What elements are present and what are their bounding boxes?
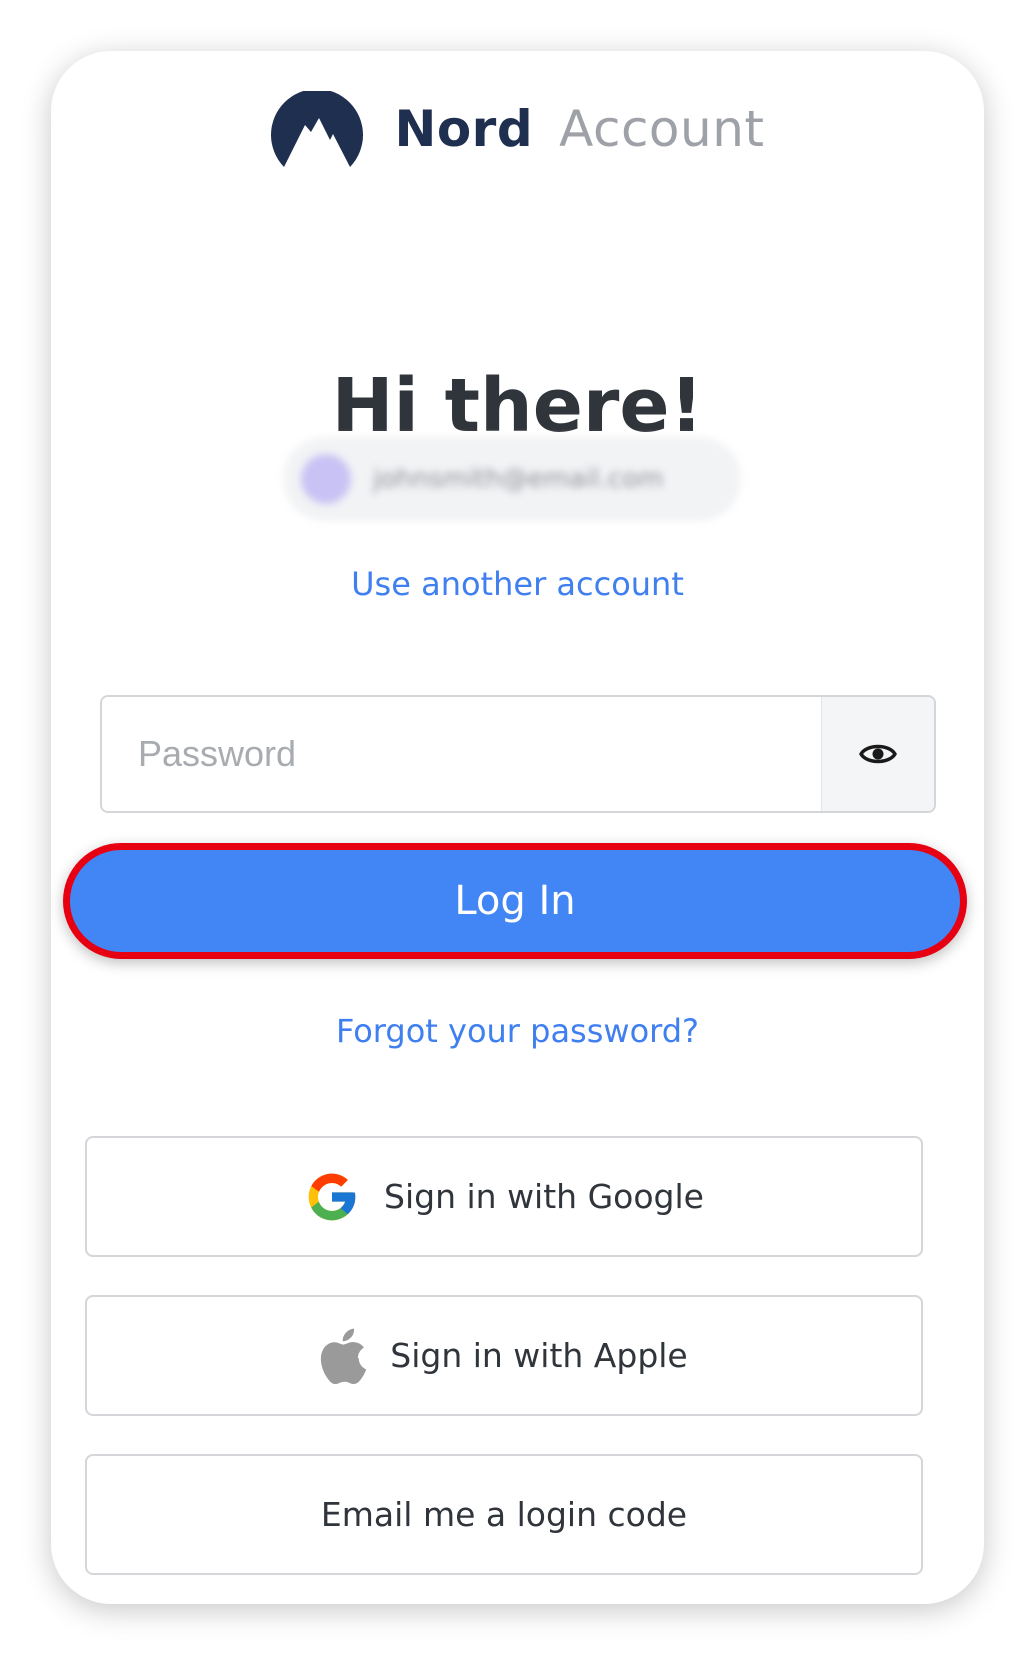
sign-in-apple-label: Sign in with Apple bbox=[390, 1336, 688, 1375]
login-card: Nord Account Hi there! johnsmith@email.c… bbox=[51, 51, 984, 1604]
avatar bbox=[301, 454, 351, 504]
app-header: Nord Account bbox=[51, 79, 984, 179]
google-icon bbox=[308, 1173, 356, 1220]
login-button[interactable]: Log In bbox=[63, 843, 967, 959]
account-email: johnsmith@email.com bbox=[373, 464, 664, 494]
nord-mountain-icon bbox=[271, 91, 364, 167]
eye-icon bbox=[859, 744, 897, 764]
email-login-code-label: Email me a login code bbox=[320, 1495, 688, 1534]
show-password-button[interactable] bbox=[821, 697, 934, 811]
apple-icon bbox=[321, 1328, 367, 1384]
login-button-label: Log In bbox=[454, 878, 576, 924]
email-login-code-button[interactable]: Email me a login code bbox=[85, 1454, 923, 1575]
password-field bbox=[100, 695, 936, 813]
forgot-password-link[interactable]: Forgot your password? bbox=[51, 1006, 984, 1056]
use-another-account-link[interactable]: Use another account bbox=[51, 559, 984, 609]
account-chip[interactable]: johnsmith@email.com bbox=[283, 437, 741, 521]
password-input[interactable] bbox=[102, 697, 821, 811]
sign-in-google-label: Sign in with Google bbox=[384, 1177, 704, 1216]
logo-brand-text: Nord bbox=[394, 100, 534, 158]
sign-in-apple-button[interactable]: Sign in with Apple bbox=[85, 1295, 923, 1416]
logo-product-text: Account bbox=[559, 100, 765, 158]
sign-in-google-button[interactable]: Sign in with Google bbox=[85, 1136, 923, 1257]
